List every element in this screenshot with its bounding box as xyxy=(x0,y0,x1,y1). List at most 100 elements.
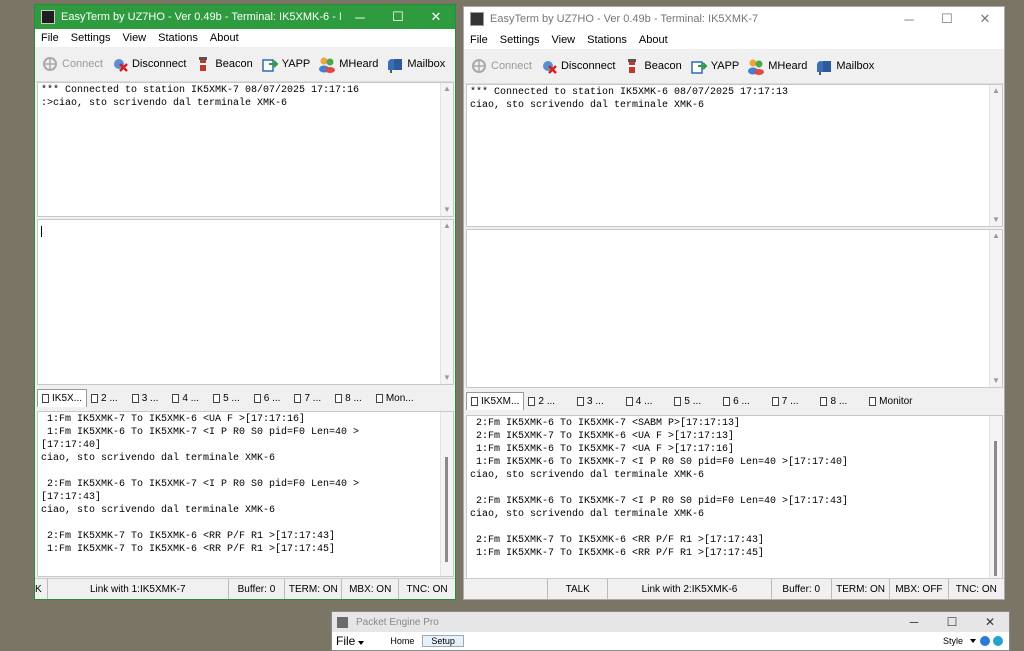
monitor-scrollbar[interactable] xyxy=(989,416,1002,578)
disconnect-button[interactable]: Disconnect xyxy=(540,57,615,75)
tab-home[interactable]: Home xyxy=(382,636,422,646)
tab-monitor[interactable]: Monitor xyxy=(865,392,916,410)
close-button[interactable]: ✕ xyxy=(966,7,1004,31)
minimize-button[interactable]: ─ xyxy=(890,7,928,31)
close-button[interactable]: ✕ xyxy=(971,615,1009,629)
maximize-button[interactable]: ☐ xyxy=(928,7,966,31)
yapp-button[interactable]: YAPP xyxy=(690,57,740,75)
tab-setup[interactable]: Setup xyxy=(422,635,464,647)
beacon-button[interactable]: Beacon xyxy=(194,55,253,73)
monitor-pane[interactable]: 2:Fm IK5XMK-6 To IK5XMK-7 <SABM P>[17:17… xyxy=(466,415,1003,579)
scroll-up-arrow-icon[interactable]: ▲ xyxy=(990,230,1002,242)
title-bar[interactable]: EasyTerm by UZ7HO - Ver 0.49b - Terminal… xyxy=(35,5,455,29)
minimize-button[interactable]: ─ xyxy=(341,5,379,29)
connect-button[interactable]: Connect xyxy=(41,55,103,73)
tab-session-8[interactable]: 8 ... xyxy=(816,392,851,410)
connect-button[interactable]: Connect xyxy=(470,57,532,75)
terminal-output-pane[interactable]: *** Connected to station IK5XMK-7 08/07/… xyxy=(37,82,454,217)
tab-session-4[interactable]: 4 ... xyxy=(622,392,657,410)
menu-about[interactable]: About xyxy=(633,34,674,46)
tab-session-8[interactable]: 8 ... xyxy=(331,389,366,407)
tab-session-3[interactable]: 3 ... xyxy=(573,392,608,410)
close-button[interactable]: ✕ xyxy=(417,5,455,29)
terminal-input-pane[interactable]: ▲ ▼ xyxy=(466,229,1003,388)
tab-session-3[interactable]: 3 ... xyxy=(128,389,163,407)
beacon-button[interactable]: Beacon xyxy=(623,57,682,75)
title-bar[interactable]: Packet Engine Pro ─ ☐ ✕ xyxy=(332,612,1009,632)
tab-session-4[interactable]: 4 ... xyxy=(168,389,203,407)
menu-view[interactable]: View xyxy=(116,32,152,44)
monitor-text: 2:Fm IK5XMK-6 To IK5XMK-7 <SABM P>[17:17… xyxy=(470,418,849,559)
style-menu[interactable]: Style xyxy=(943,636,963,646)
title-bar[interactable]: EasyTerm by UZ7HO - Ver 0.49b - Terminal… xyxy=(464,7,1004,31)
tab-session-1[interactable]: IK5X... xyxy=(37,389,88,407)
menu-settings[interactable]: Settings xyxy=(65,32,117,44)
terminal-input-text[interactable] xyxy=(41,226,453,237)
menu-bar: File Settings View Stations About xyxy=(35,29,455,47)
terminal-output-pane[interactable]: *** Connected to station IK5XMK-6 08/07/… xyxy=(466,84,1003,227)
scroll-up-arrow-icon[interactable]: ▲ xyxy=(990,85,1002,97)
terminal-input-pane[interactable]: ▲ ▼ xyxy=(37,219,454,385)
yapp-label: YAPP xyxy=(281,58,311,70)
mailbox-button[interactable]: Mailbox xyxy=(815,57,874,75)
tab-session-6[interactable]: 6 ... xyxy=(719,392,754,410)
monitor-pane[interactable]: 1:Fm IK5XMK-7 To IK5XMK-6 <UA F >[17:17:… xyxy=(37,411,454,577)
menu-file[interactable]: File xyxy=(464,34,494,46)
maximize-button[interactable]: ☐ xyxy=(933,615,971,629)
tab-session-5[interactable]: 5 ... xyxy=(670,392,705,410)
mheard-button[interactable]: MHeard xyxy=(747,57,807,75)
input-scrollbar[interactable]: ▲ ▼ xyxy=(989,230,1002,387)
tab-monitor[interactable]: Mon... xyxy=(372,389,418,407)
menu-settings[interactable]: Settings xyxy=(494,34,546,46)
output-scrollbar[interactable]: ▲ ▼ xyxy=(989,85,1002,226)
document-icon xyxy=(375,393,383,403)
document-icon xyxy=(91,393,99,403)
scroll-down-arrow-icon[interactable]: ▼ xyxy=(990,214,1002,226)
file-transfer-icon xyxy=(261,55,279,73)
tab-session-2[interactable]: 2 ... xyxy=(87,389,122,407)
tab-session-6[interactable]: 6 ... xyxy=(250,389,285,407)
tab-session-7[interactable]: 7 ... xyxy=(290,389,325,407)
menu-view[interactable]: View xyxy=(545,34,581,46)
scroll-down-arrow-icon[interactable]: ▼ xyxy=(990,375,1002,387)
scroll-up-arrow-icon[interactable]: ▲ xyxy=(441,83,453,95)
tab-session-7[interactable]: 7 ... xyxy=(768,392,803,410)
terminal-input-text[interactable] xyxy=(467,230,1002,232)
mheard-button[interactable]: MHeard xyxy=(318,55,378,73)
menu-about[interactable]: About xyxy=(204,32,245,44)
scrollbar-thumb[interactable] xyxy=(445,457,448,562)
document-icon xyxy=(131,393,139,403)
document-icon xyxy=(213,393,221,403)
disconnect-label: Disconnect xyxy=(560,60,616,72)
scroll-up-arrow-icon[interactable]: ▲ xyxy=(441,220,453,232)
document-icon xyxy=(723,396,731,406)
tab-session-5[interactable]: 5 ... xyxy=(209,389,244,407)
yapp-label: YAPP xyxy=(710,60,740,72)
easyterm-window-ik5xmk-6: EasyTerm by UZ7HO - Ver 0.49b - Terminal… xyxy=(34,4,456,600)
document-icon xyxy=(253,393,261,403)
mailbox-label: Mailbox xyxy=(836,60,875,72)
help-icon[interactable] xyxy=(980,636,990,646)
monitor-scrollbar[interactable] xyxy=(440,412,453,576)
output-scrollbar[interactable]: ▲ ▼ xyxy=(440,83,453,216)
minimize-button[interactable]: ─ xyxy=(895,615,933,629)
scroll-down-arrow-icon[interactable]: ▼ xyxy=(441,204,453,216)
menu-file[interactable]: File xyxy=(332,634,368,648)
tab-session-2[interactable]: 2 ... xyxy=(524,392,559,410)
info-icon[interactable] xyxy=(993,636,1003,646)
status-term: TERM: ON xyxy=(832,579,891,599)
tab-session-1[interactable]: IK5XM... xyxy=(466,392,525,410)
menu-stations[interactable]: Stations xyxy=(152,32,204,44)
menu-stations[interactable]: Stations xyxy=(581,34,633,46)
menu-file[interactable]: File xyxy=(35,32,65,44)
yapp-button[interactable]: YAPP xyxy=(261,55,311,73)
disconnect-icon xyxy=(111,55,129,73)
mailbox-button[interactable]: Mailbox xyxy=(386,55,445,73)
scrollbar-thumb[interactable] xyxy=(994,441,997,576)
scroll-down-arrow-icon[interactable]: ▼ xyxy=(441,372,453,384)
mailbox-icon xyxy=(386,55,404,73)
maximize-button[interactable]: ☐ xyxy=(379,5,417,29)
app-icon xyxy=(470,12,484,26)
disconnect-button[interactable]: Disconnect xyxy=(111,55,186,73)
input-scrollbar[interactable]: ▲ ▼ xyxy=(440,220,453,384)
